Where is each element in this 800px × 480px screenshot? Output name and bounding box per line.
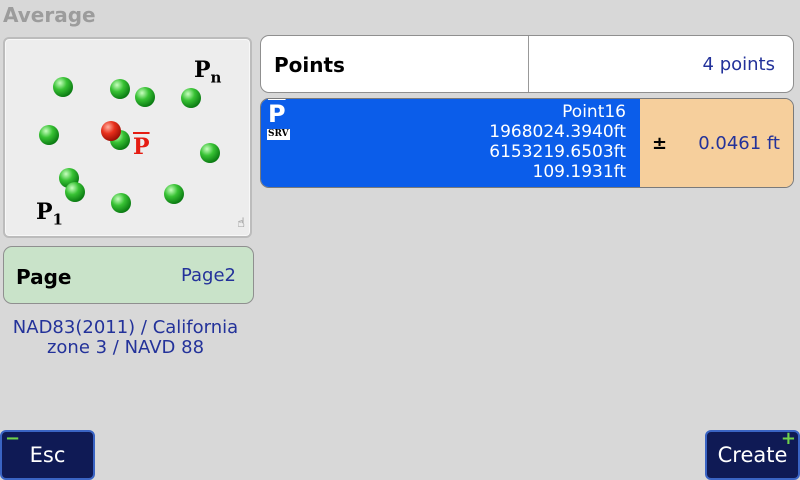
page-label: Page xyxy=(16,265,72,289)
plus-minus-icon: ± xyxy=(652,133,668,154)
point-ball xyxy=(181,88,201,108)
point-ball xyxy=(135,87,155,107)
elevation-value: 109.1931ft xyxy=(532,162,626,182)
tolerance-panel: ± 0.0461 ft xyxy=(640,99,793,187)
page-value: Page2 xyxy=(180,265,236,286)
points-count: 4 points xyxy=(702,54,775,75)
coordinate-system-text: NAD83(2011) / California zone 3 / NAVD 8… xyxy=(3,318,248,358)
point-ball xyxy=(65,182,85,202)
point-name: Point16 xyxy=(562,102,626,122)
create-label: Create xyxy=(717,443,788,467)
point-ball xyxy=(164,184,184,204)
esc-label: Esc xyxy=(29,443,66,467)
average-result[interactable]: P SRV Point16 1968024.3940ft 6153219.650… xyxy=(260,98,794,188)
page-selector[interactable]: Page Page2 xyxy=(3,246,254,304)
point-ball xyxy=(200,143,220,163)
tolerance-value: 0.0461 ft xyxy=(698,133,780,154)
average-coordinates-panel: P SRV Point16 1968024.3940ft 6153219.650… xyxy=(261,99,640,187)
point-ball xyxy=(111,193,131,213)
create-button[interactable]: + Create xyxy=(705,430,800,480)
crs-line-2: zone 3 / NAVD 88 xyxy=(46,337,205,358)
points-selector[interactable]: Points 4 points xyxy=(260,35,794,93)
point-ball xyxy=(53,77,73,97)
divider xyxy=(528,36,529,92)
coordinates: Point16 1968024.3940ft 6153219.6503ft 10… xyxy=(489,102,626,182)
label-pn: Pn xyxy=(194,57,222,87)
average-diagram[interactable]: Pn P P1 ☝ xyxy=(3,37,252,238)
easting-value: 6153219.6503ft xyxy=(489,142,626,162)
crs-line-1: NAD83(2011) / California xyxy=(12,317,239,338)
minus-icon: − xyxy=(5,428,21,449)
label-p-bar: P xyxy=(133,134,150,160)
page-title: Average xyxy=(3,3,96,27)
esc-button[interactable]: − Esc xyxy=(0,430,95,480)
point-ball xyxy=(39,125,59,145)
northing-value: 1968024.3940ft xyxy=(489,122,626,142)
average-point-ball xyxy=(101,121,121,141)
points-label: Points xyxy=(274,53,345,77)
plus-icon: + xyxy=(780,428,796,449)
label-p1: P1 xyxy=(36,199,63,229)
hand-pointer-icon: ☝ xyxy=(237,216,245,231)
p-bar-symbol: P xyxy=(268,100,286,128)
srv-badge: SRV xyxy=(267,129,290,140)
point-ball xyxy=(110,79,130,99)
